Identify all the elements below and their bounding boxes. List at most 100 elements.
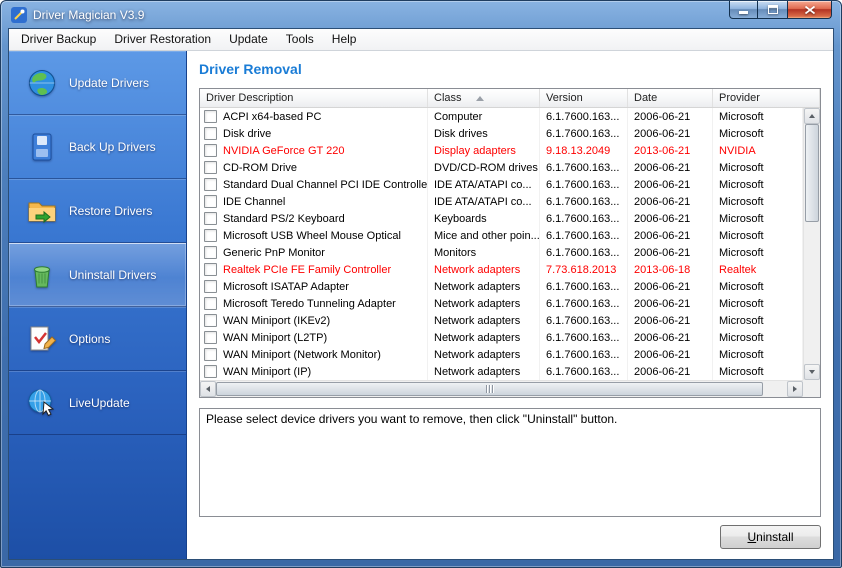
row-checkbox[interactable] (204, 246, 217, 259)
maximize-button[interactable] (758, 1, 787, 19)
sidebar-item-update-drivers[interactable]: Update Drivers (9, 51, 186, 115)
vertical-scroll-thumb[interactable] (805, 124, 819, 222)
options-icon (26, 323, 58, 355)
sidebar-item-back-up-drivers[interactable]: Back Up Drivers (9, 115, 186, 179)
window-title: Driver Magician V3.9 (33, 8, 144, 22)
horizontal-scroll-track[interactable] (216, 381, 787, 397)
sidebar-item-uninstall-drivers[interactable]: Uninstall Drivers (9, 243, 186, 307)
scroll-up-button[interactable] (804, 108, 820, 124)
update-drivers-icon (26, 67, 58, 99)
row-version: 6.1.7600.163... (540, 329, 628, 346)
table-row[interactable]: WAN Miniport (IKEv2) Network adapters 6.… (200, 312, 803, 329)
table-row[interactable]: Realtek PCIe FE Family Controller Networ… (200, 261, 803, 278)
row-date: 2006-06-21 (628, 193, 713, 210)
table-row[interactable]: Standard Dual Channel PCI IDE Controller… (200, 176, 803, 193)
table-row[interactable]: IDE Channel IDE ATA/ATAPI co... 6.1.7600… (200, 193, 803, 210)
table-row[interactable]: Generic PnP Monitor Monitors 6.1.7600.16… (200, 244, 803, 261)
row-description: Realtek PCIe FE Family Controller (223, 264, 391, 276)
row-checkbox[interactable] (204, 212, 217, 225)
row-date: 2006-06-21 (628, 227, 713, 244)
scroll-right-button[interactable] (787, 381, 803, 397)
row-date: 2006-06-21 (628, 125, 713, 142)
row-checkbox[interactable] (204, 127, 217, 140)
uninstall-drivers-icon (26, 259, 58, 291)
row-checkbox[interactable] (204, 110, 217, 123)
menu-item-driver-restoration[interactable]: Driver Restoration (105, 29, 220, 50)
table-row[interactable]: WAN Miniport (IP) Network adapters 6.1.7… (200, 363, 803, 380)
row-checkbox[interactable] (204, 195, 217, 208)
window-controls (729, 1, 832, 19)
row-class: Network adapters (428, 329, 540, 346)
table-row[interactable]: Standard PS/2 Keyboard Keyboards 6.1.760… (200, 210, 803, 227)
row-description: Microsoft ISATAP Adapter (223, 281, 349, 293)
column-header-version[interactable]: Version (540, 89, 628, 107)
sidebar-item-restore-drivers[interactable]: Restore Drivers (9, 179, 186, 243)
row-checkbox[interactable] (204, 144, 217, 157)
scroll-down-button[interactable] (804, 364, 820, 380)
sidebar-item-label: LiveUpdate (69, 396, 130, 410)
row-checkbox[interactable] (204, 331, 217, 344)
horizontal-scrollbar[interactable] (200, 380, 803, 397)
table-row[interactable]: Disk drive Disk drives 6.1.7600.163... 2… (200, 125, 803, 142)
row-description: WAN Miniport (Network Monitor) (223, 349, 381, 361)
row-provider: Microsoft (713, 295, 803, 312)
row-version: 6.1.7600.163... (540, 346, 628, 363)
table-row[interactable]: WAN Miniport (L2TP) Network adapters 6.1… (200, 329, 803, 346)
row-checkbox[interactable] (204, 314, 217, 327)
row-version: 6.1.7600.163... (540, 108, 628, 125)
titlebar[interactable]: Driver Magician V3.9 (1, 1, 841, 28)
row-checkbox[interactable] (204, 348, 217, 361)
menu-item-update[interactable]: Update (220, 29, 277, 50)
row-provider: Microsoft (713, 159, 803, 176)
row-provider: Microsoft (713, 363, 803, 380)
column-header-class[interactable]: Class (428, 89, 540, 107)
row-checkbox[interactable] (204, 365, 217, 378)
row-description: Microsoft Teredo Tunneling Adapter (223, 298, 396, 310)
row-class: Monitors (428, 244, 540, 261)
row-version: 9.18.13.2049 (540, 142, 628, 159)
row-checkbox[interactable] (204, 161, 217, 174)
app-icon (11, 7, 27, 23)
row-description: Standard Dual Channel PCI IDE Controller (223, 179, 428, 191)
row-checkbox[interactable] (204, 178, 217, 191)
table-row[interactable]: NVIDIA GeForce GT 220 Display adapters 9… (200, 142, 803, 159)
vertical-scrollbar[interactable] (803, 108, 820, 380)
table-row[interactable]: Microsoft ISATAP Adapter Network adapter… (200, 278, 803, 295)
row-description: NVIDIA GeForce GT 220 (223, 145, 344, 157)
menu-item-tools[interactable]: Tools (277, 29, 323, 50)
horizontal-scroll-thumb[interactable] (216, 382, 763, 396)
sidebar-item-liveupdate[interactable]: LiveUpdate (9, 371, 186, 435)
row-checkbox[interactable] (204, 297, 217, 310)
maximize-icon (768, 5, 778, 14)
table-row[interactable]: ACPI x64-based PC Computer 6.1.7600.163.… (200, 108, 803, 125)
arrow-left-icon (206, 386, 210, 392)
row-date: 2006-06-21 (628, 329, 713, 346)
menu-item-driver-backup[interactable]: Driver Backup (12, 29, 105, 50)
column-header-date[interactable]: Date (628, 89, 713, 107)
row-checkbox[interactable] (204, 263, 217, 276)
row-class: IDE ATA/ATAPI co... (428, 193, 540, 210)
uninstall-button[interactable]: Uninstall (720, 525, 821, 549)
minimize-button[interactable] (729, 1, 758, 19)
column-header-description[interactable]: Driver Description (200, 89, 428, 107)
table-row[interactable]: CD-ROM Drive DVD/CD-ROM drives 6.1.7600.… (200, 159, 803, 176)
row-date: 2013-06-21 (628, 142, 713, 159)
row-checkbox[interactable] (204, 229, 217, 242)
close-button[interactable] (787, 1, 832, 19)
row-date: 2006-06-21 (628, 244, 713, 261)
table-row[interactable]: Microsoft USB Wheel Mouse Optical Mice a… (200, 227, 803, 244)
row-checkbox[interactable] (204, 280, 217, 293)
close-icon (805, 6, 815, 14)
row-description: Standard PS/2 Keyboard (223, 213, 345, 225)
sidebar-item-options[interactable]: Options (9, 307, 186, 371)
table-row[interactable]: Microsoft Teredo Tunneling Adapter Netwo… (200, 295, 803, 312)
sidebar-item-label: Restore Drivers (69, 204, 152, 218)
arrow-down-icon (809, 370, 815, 374)
menu-item-help[interactable]: Help (323, 29, 366, 50)
vertical-scroll-track[interactable] (804, 124, 820, 364)
row-description: WAN Miniport (IP) (223, 366, 311, 378)
table-row[interactable]: WAN Miniport (Network Monitor) Network a… (200, 346, 803, 363)
scroll-left-button[interactable] (200, 381, 216, 397)
row-version: 6.1.7600.163... (540, 210, 628, 227)
column-header-provider[interactable]: Provider (713, 89, 820, 107)
